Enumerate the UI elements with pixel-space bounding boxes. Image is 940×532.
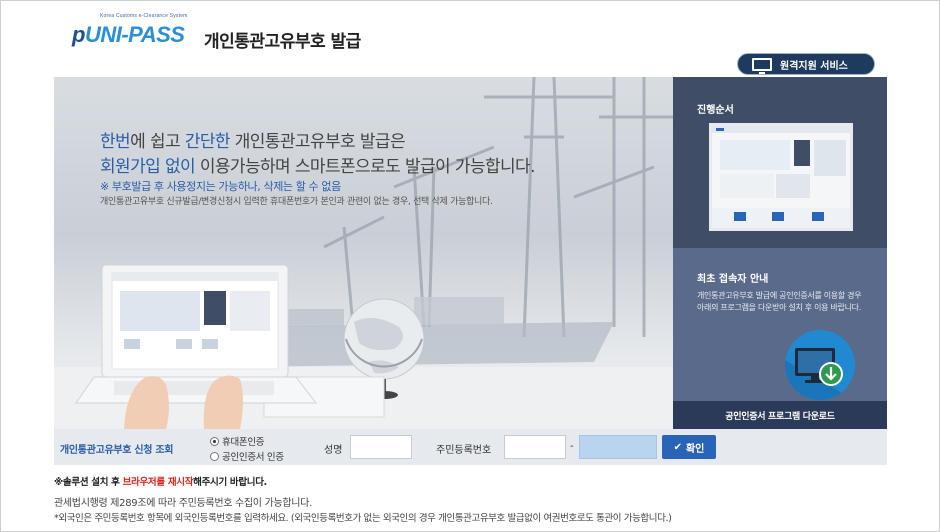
page-title: 개인통관고유부호 발급: [204, 32, 361, 52]
rrn-label: 주민등록번호: [436, 445, 492, 456]
restart-notice-a: ※솔루션 설치 후: [54, 477, 123, 488]
banner-headline-2: 회원가입 없이 이용가능하며 스마트폰으로도 발급이 가능합니다.: [100, 152, 536, 177]
headline-text: 개인통관고유부호 발급은: [229, 132, 406, 152]
laptop-image: [75, 264, 318, 404]
first-visitor-panel: 최초 접속자 안내 개인통관고유부호 발급에 공인인증서를 이용할 경우 아래의…: [673, 248, 887, 401]
hl-no-signup: 회원가입 없이: [100, 157, 196, 177]
first-visitor-title: 최초 접속자 안내: [697, 274, 769, 285]
download-monitor-graphic: [785, 348, 855, 400]
rrn-front-input[interactable]: [504, 435, 566, 459]
restart-notice-c: 해주시기 바랍니다.: [193, 477, 267, 488]
foreigner-notice: *외국인은 주민등록번호 항목에 외국인등록번호를 입력하세요. (외국인등록번…: [54, 513, 672, 524]
radio-cert-dot[interactable]: [210, 451, 219, 461]
legal-notice: 관세법시행령 제289조에 따라 주민등록번호 수집이 가능합니다.: [54, 498, 312, 509]
banner-note: ※ 부호발급 후 사용정지는 가능하나, 삭제는 할 수 없음: [100, 180, 341, 193]
radio-cert-auth[interactable]: 공인인증서 인증: [210, 449, 284, 463]
lookup-title: 개인통관고유부호 신청 조회: [60, 445, 174, 456]
rrn-back-input[interactable]: [579, 435, 657, 459]
check-icon: ✔: [673, 441, 682, 453]
name-input[interactable]: [350, 435, 412, 459]
restart-notice: ※솔루션 설치 후 브라우저를 재시작해주시기 바랍니다.: [54, 474, 267, 488]
process-thumbnail-image: [712, 126, 850, 228]
banner-headline-1: 한번에 쉽고 간단한 개인통관고유부호 발급은: [100, 127, 406, 152]
banner-description: 개인통관고유부호 신규발급/변경신청시 입력한 휴대폰번호가 본인과 관련이 없…: [100, 197, 493, 207]
confirm-button[interactable]: ✔ 확인: [662, 435, 716, 459]
remote-support-button[interactable]: 원격지원 서비스: [737, 53, 875, 75]
process-title: 진행순서: [697, 105, 734, 116]
confirm-label: 확인: [685, 443, 705, 455]
rrn-dash: -: [570, 441, 574, 452]
process-panel[interactable]: 진행순서: [673, 77, 887, 248]
hero-banner: 한번에 쉽고 간단한 개인통관고유부호 발급은 회원가입 없이 이용가능하며 스…: [54, 77, 673, 429]
logo-prefix: p: [72, 22, 85, 47]
headline-text: 이용가능하며 스마트폰으로도 발급이 가능합니다.: [195, 157, 536, 177]
name-label: 성명: [324, 445, 343, 456]
radio-cert-label: 공인인증서 인증: [222, 452, 284, 463]
lookup-form: 개인통관고유부호 신청 조회 휴대폰인증 공인인증서 인증 성명 주민등록번호 …: [54, 429, 887, 465]
restart-notice-b: 브라우저를 재시작: [122, 477, 194, 488]
logo-subtitle: Korea Customs e-Clearance System: [100, 13, 188, 19]
radio-phone-dot[interactable]: [210, 436, 219, 446]
remote-support-label: 원격지원 서비스: [780, 60, 848, 72]
radio-phone-auth[interactable]: 휴대폰인증: [210, 434, 265, 448]
logo-text: pUNI-PASS: [72, 22, 185, 48]
monitor-icon: [752, 57, 772, 74]
headline-text: 에 쉽고: [130, 132, 185, 152]
hl-once: 한번: [100, 132, 131, 152]
process-thumbnail[interactable]: [709, 123, 853, 231]
first-visitor-description: 개인통관고유부호 발급에 공인인증서를 이용할 경우 아래의 프로그램을 다운받…: [697, 291, 862, 312]
cert-download-button[interactable]: 공인인증서 프로그램 다운로드: [673, 401, 887, 429]
logo-main: UNI-PASS: [84, 22, 185, 47]
radio-phone-label: 휴대폰인증: [222, 437, 265, 448]
download-monitor-icon[interactable]: [785, 330, 855, 400]
hl-simple: 간단한: [184, 132, 231, 152]
